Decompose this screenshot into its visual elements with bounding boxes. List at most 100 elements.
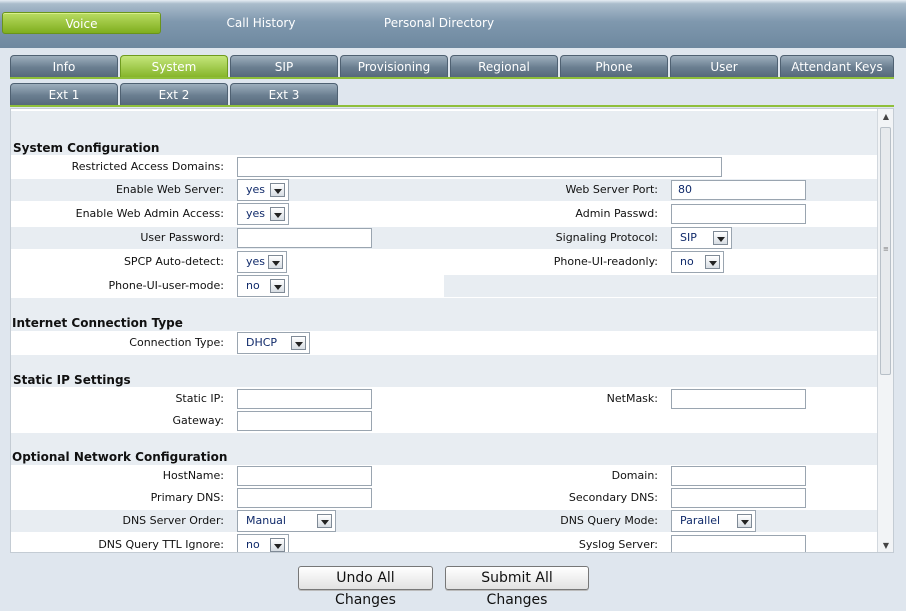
label-syslog-server: Syslog Server: <box>578 538 658 551</box>
submit-all-changes-button[interactable]: Submit All Changes <box>445 566 589 608</box>
table-row <box>11 111 879 125</box>
tab-phone[interactable]: Phone <box>560 55 668 77</box>
spcp-auto-detect-select[interactable]: yes <box>237 251 287 273</box>
web-server-port-input[interactable]: 80 <box>671 180 806 200</box>
admin-passwd-input[interactable] <box>671 204 806 224</box>
tab-row-2-underline <box>10 105 894 107</box>
phone-ui-user-mode-select[interactable]: no <box>237 275 289 297</box>
signaling-protocol-select[interactable]: SIP <box>671 227 732 249</box>
dns-query-mode-select[interactable]: Parallel <box>671 510 756 532</box>
settings-content: System Configuration Restricted Access D… <box>11 109 879 552</box>
label-gateway: Gateway: <box>172 414 225 427</box>
table-row <box>444 275 879 297</box>
netmask-input[interactable] <box>671 389 806 409</box>
user-password-input[interactable] <box>237 228 372 248</box>
label-phone-ui-readonly: Phone-UI-readonly: <box>553 255 658 268</box>
section-title-optional-network-configuration: Optional Network Configuration <box>12 450 228 464</box>
chevron-down-icon[interactable] <box>705 255 720 269</box>
table-row: SPCP Auto-detect: yes Phone-UI-readonly:… <box>11 251 879 273</box>
phone-ui-user-mode-value: no <box>246 279 260 292</box>
dns-server-order-value: Manual <box>246 514 286 527</box>
tab-attendant-keys[interactable]: Attendant Keys <box>780 55 894 77</box>
table-row: User Password: Signaling Protocol: SIP <box>11 227 879 249</box>
label-secondary-dns: Secondary DNS: <box>568 491 658 504</box>
enable-web-server-select[interactable]: yes <box>237 179 289 201</box>
tab-regional[interactable]: Regional <box>450 55 558 77</box>
label-dns-server-order: DNS Server Order: <box>122 514 224 527</box>
restricted-access-domains-input[interactable] <box>237 157 722 177</box>
nav-personal-directory[interactable]: Personal Directory <box>359 12 519 34</box>
nav-voice[interactable]: Voice <box>2 12 161 34</box>
section-title-system-configuration: System Configuration <box>13 141 160 155</box>
table-row: Enable Web Server: yes Web Server Port: … <box>11 179 879 201</box>
nav-call-history[interactable]: Call History <box>181 12 341 34</box>
tab-row-1-underline <box>10 77 894 79</box>
table-row: HostName: Domain: <box>11 465 879 487</box>
label-enable-web-server: Enable Web Server: <box>115 183 224 196</box>
label-restricted-access-domains: Restricted Access Domains: <box>71 160 224 173</box>
dns-server-order-select[interactable]: Manual <box>237 510 336 532</box>
static-ip-input[interactable] <box>237 389 372 409</box>
gateway-input[interactable] <box>237 411 372 431</box>
tab-system[interactable]: System <box>120 55 228 77</box>
vertical-scrollbar[interactable]: ▲ ≡ ▼ <box>877 109 893 552</box>
dns-query-mode-value: Parallel <box>680 514 721 527</box>
tab-ext-1[interactable]: Ext 1 <box>10 83 118 105</box>
dns-query-ttl-ignore-select[interactable]: no <box>237 534 289 552</box>
connection-type-select[interactable]: DHCP <box>237 332 310 354</box>
chevron-down-icon[interactable] <box>737 514 752 528</box>
tab-ext-2[interactable]: Ext 2 <box>120 83 228 105</box>
tab-sip[interactable]: SIP <box>230 55 338 77</box>
label-netmask: NetMask: <box>606 392 658 405</box>
domain-input[interactable] <box>671 466 806 486</box>
table-row: Primary DNS: Secondary DNS: <box>11 487 879 509</box>
chevron-down-icon[interactable] <box>270 207 285 221</box>
primary-dns-input[interactable] <box>237 488 372 508</box>
undo-all-changes-button[interactable]: Undo All Changes <box>298 566 433 608</box>
chevron-down-icon[interactable] <box>713 231 728 245</box>
tab-provisioning[interactable]: Provisioning <box>340 55 448 77</box>
phone-ui-readonly-value: no <box>680 255 694 268</box>
scrollbar-thumb[interactable]: ≡ <box>880 127 891 375</box>
label-admin-passwd: Admin Passwd: <box>575 207 658 220</box>
hostname-input[interactable] <box>237 466 372 486</box>
table-row: Connection Type: DHCP <box>11 331 879 355</box>
phone-ui-readonly-select[interactable]: no <box>671 251 724 273</box>
tab-row-1: Info System SIP Provisioning Regional Ph… <box>10 55 894 77</box>
table-row: Enable Web Admin Access: yes Admin Passw… <box>11 203 879 225</box>
table-row: Phone-UI-user-mode: no <box>11 275 444 297</box>
chevron-down-icon[interactable] <box>270 279 285 293</box>
chevron-down-icon[interactable] <box>291 336 306 350</box>
tab-info[interactable]: Info <box>10 55 118 77</box>
chevron-down-icon[interactable] <box>270 183 285 197</box>
chevron-down-icon[interactable] <box>317 514 332 528</box>
signaling-protocol-value: SIP <box>680 231 697 244</box>
section-title-static-ip-settings: Static IP Settings <box>13 373 131 387</box>
table-row: Static IP: NetMask: <box>11 388 879 410</box>
grip-icon: ≡ <box>883 245 889 253</box>
label-signaling-protocol: Signaling Protocol: <box>555 231 658 244</box>
chevron-down-icon[interactable] <box>268 255 283 269</box>
enable-web-admin-access-select[interactable]: yes <box>237 203 289 225</box>
dns-query-ttl-ignore-value: no <box>246 538 260 551</box>
enable-web-admin-access-value: yes <box>246 207 266 220</box>
label-spcp-auto-detect: SPCP Auto-detect: <box>123 255 224 268</box>
tab-ext-3[interactable]: Ext 3 <box>230 83 338 105</box>
table-row: Gateway: <box>11 410 879 432</box>
tab-user[interactable]: User <box>670 55 778 77</box>
table-row: DNS Server Order: Manual DNS Query Mode:… <box>11 510 879 532</box>
label-dns-query-mode: DNS Query Mode: <box>560 514 658 527</box>
label-phone-ui-user-mode: Phone-UI-user-mode: <box>108 279 224 292</box>
tab-row-2: Ext 1 Ext 2 Ext 3 <box>10 83 340 105</box>
label-web-server-port: Web Server Port: <box>565 183 658 196</box>
scroll-down-icon[interactable]: ▼ <box>878 538 893 552</box>
section-title-internet-connection-type: Internet Connection Type <box>12 316 183 330</box>
scroll-up-icon[interactable]: ▲ <box>878 109 893 125</box>
label-dns-query-ttl-ignore: DNS Query TTL Ignore: <box>98 538 224 551</box>
label-enable-web-admin-access: Enable Web Admin Access: <box>75 207 224 220</box>
connection-type-value: DHCP <box>246 336 278 349</box>
secondary-dns-input[interactable] <box>671 488 806 508</box>
syslog-server-input[interactable] <box>671 535 806 552</box>
chevron-down-icon[interactable] <box>270 538 285 552</box>
table-row: DNS Query TTL Ignore: no Syslog Server: <box>11 534 879 552</box>
